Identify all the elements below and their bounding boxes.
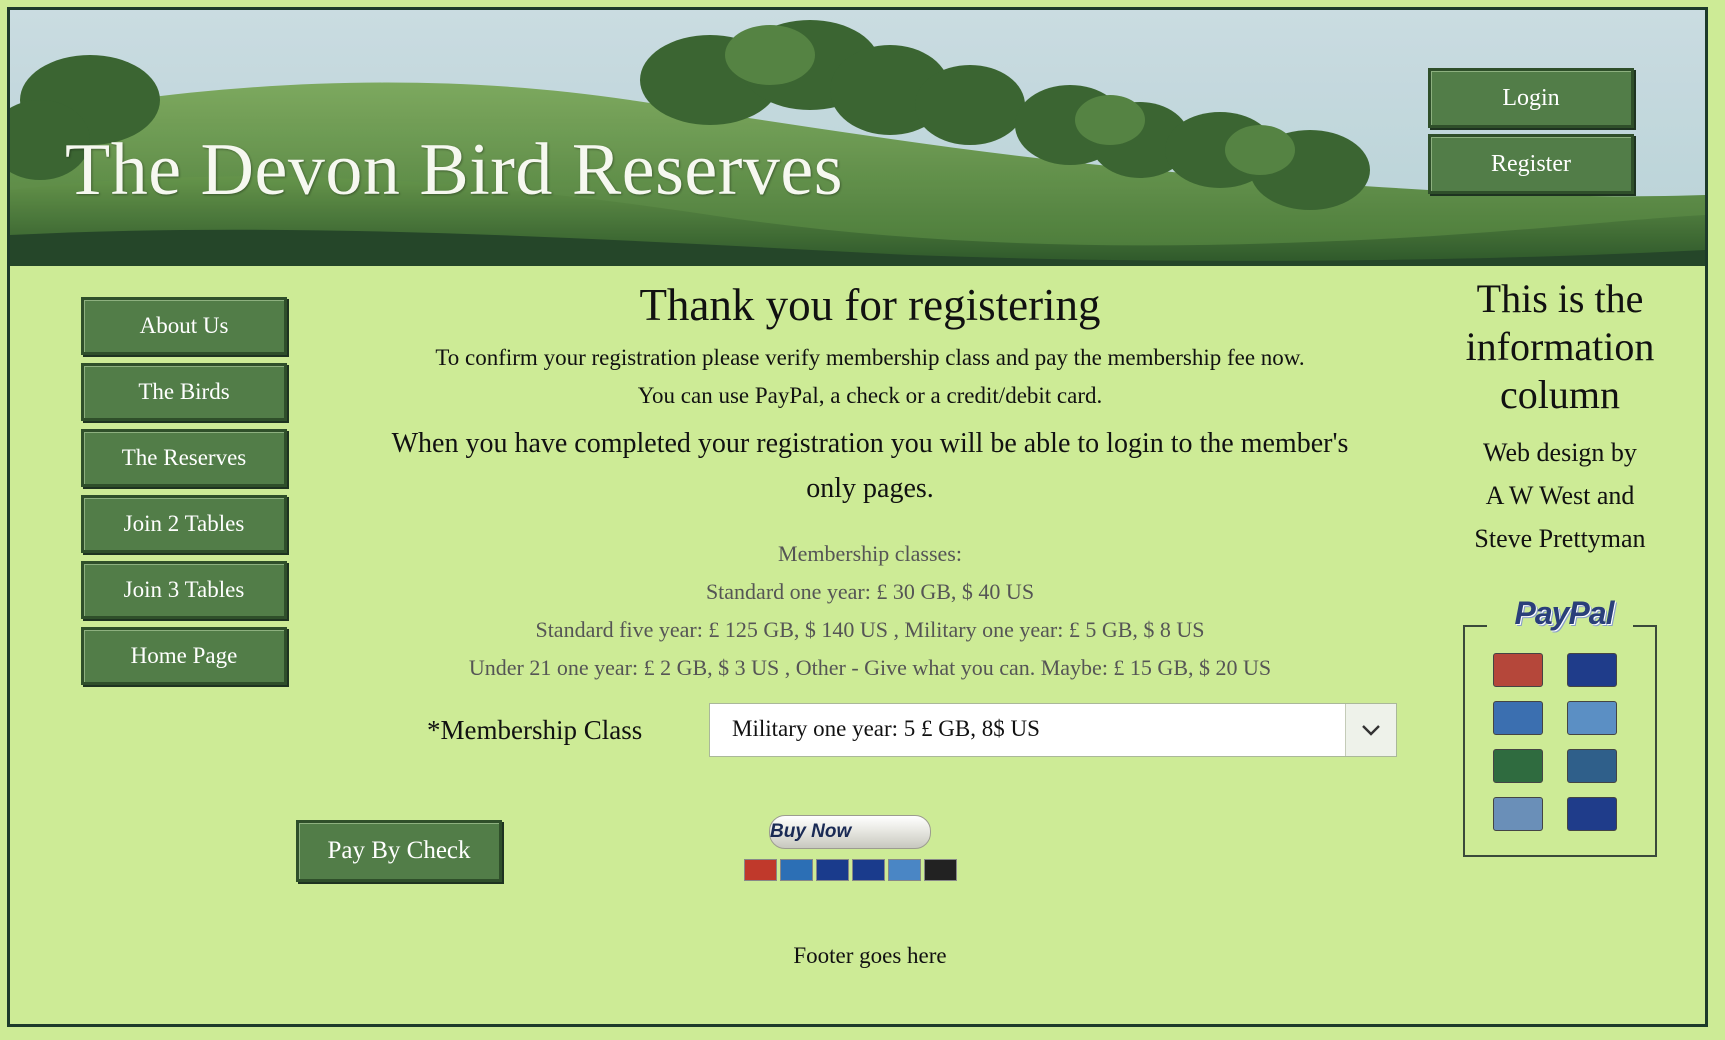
visa-electron-icon	[1567, 797, 1617, 831]
chevron-down-icon[interactable]	[1345, 704, 1396, 756]
direct-debit-icon	[923, 859, 957, 881]
register-button[interactable]: Register	[1428, 134, 1634, 194]
membership-class-line: Standard five year: £ 125 GB, $ 140 US ,…	[535, 617, 1205, 642]
buy-now-button[interactable]: Buy Now	[769, 815, 931, 849]
credits-line: Web design by	[1483, 438, 1637, 467]
credits-line: Steve Prettyman	[1474, 524, 1646, 553]
membership-class-line: Standard one year: £ 30 GB, $ 40 US	[705, 579, 1035, 604]
left-nav: About Us The Birds The Reserves Join 2 T…	[81, 297, 291, 693]
membership-class-row: *Membership Class Military one year: 5 £…	[330, 703, 1410, 773]
nav-home-page-button[interactable]: Home Page	[81, 627, 287, 685]
nav-the-birds-button[interactable]: The Birds	[81, 363, 287, 421]
site-title: The Devon Bird Reserves	[65, 129, 844, 211]
paypal-card-grid	[1493, 653, 1617, 831]
membership-class-select[interactable]: Military one year: 5 £ GB, 8$ US	[709, 703, 1397, 757]
membership-classes-list: Membership classes: Standard one year: £…	[330, 535, 1410, 687]
membership-classes-heading: Membership classes:	[778, 541, 962, 566]
accepted-cards-strip	[730, 859, 970, 881]
nav-join-2-tables-button[interactable]: Join 2 Tables	[81, 495, 287, 553]
mastercard-icon	[1493, 653, 1543, 687]
panel-border	[1633, 625, 1655, 627]
login-info-text: When you have completed your registratio…	[391, 428, 1349, 504]
page-footer: Footer goes here	[793, 943, 947, 968]
paypal-accepted-cards-panel	[1463, 625, 1657, 857]
membership-class-selected-value: Military one year: 5 £ GB, 8$ US	[732, 716, 1040, 741]
switch-icon	[1493, 749, 1543, 783]
pay-by-check-button[interactable]: Pay By Check	[296, 820, 502, 882]
delta-icon	[1493, 797, 1543, 831]
payment-options-text: You can use PayPal, a check or a credit/…	[637, 383, 1103, 408]
membership-class-label: *Membership Class	[427, 715, 643, 745]
login-button[interactable]: Login	[1428, 68, 1634, 128]
paypal-buy-now: Buy Now	[730, 815, 970, 881]
visa-icon	[851, 859, 885, 881]
confirm-text: To confirm your registration please veri…	[435, 345, 1305, 370]
maestro-icon	[779, 859, 813, 881]
paypal-logo: PayPal	[1514, 595, 1615, 631]
credits-line: A W West and	[1485, 481, 1635, 510]
info-column-title: This is the information column	[1465, 276, 1655, 417]
nav-join-3-tables-button[interactable]: Join 3 Tables	[81, 561, 287, 619]
nav-about-us-button[interactable]: About Us	[81, 297, 287, 355]
nav-the-reserves-button[interactable]: The Reserves	[81, 429, 287, 487]
amex-icon	[1567, 701, 1617, 735]
membership-class-line: Under 21 one year: £ 2 GB, $ 3 US , Othe…	[468, 655, 1272, 680]
mastercard-icon	[743, 859, 777, 881]
page-frame: The Devon Bird Reserves Login Register A…	[7, 7, 1708, 1027]
solo-icon	[1567, 749, 1617, 783]
web-design-credits: Web design by A W West and Steve Prettym…	[1410, 431, 1710, 560]
visa-icon	[815, 859, 849, 881]
amex-icon	[887, 859, 921, 881]
panel-border	[1465, 625, 1487, 627]
page-heading: Thank you for registering	[639, 280, 1101, 330]
visa-icon	[1567, 653, 1617, 687]
info-column: This is the information column Web desig…	[1410, 275, 1710, 560]
site-header: The Devon Bird Reserves Login Register	[10, 10, 1705, 266]
maestro-icon	[1493, 701, 1543, 735]
main-content: Thank you for registering To confirm you…	[330, 275, 1410, 968]
